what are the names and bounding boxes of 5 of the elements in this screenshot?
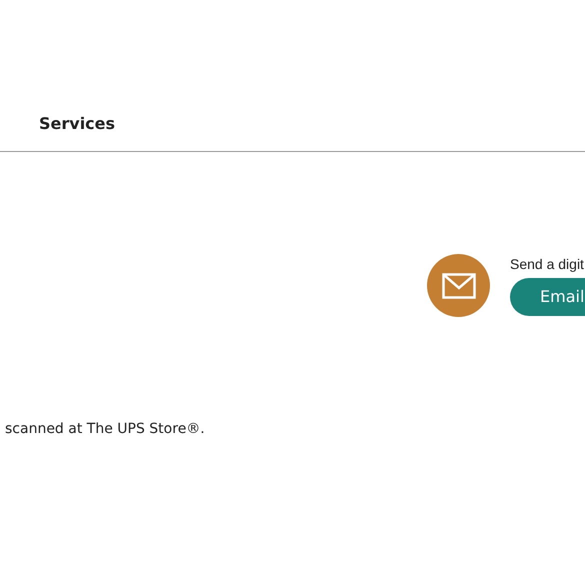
email-description: Send a digit (510, 256, 585, 272)
envelope-icon (442, 272, 476, 298)
email-button[interactable]: Email (510, 278, 585, 316)
section-title: Services (39, 114, 116, 133)
scan-note: scanned at The UPS Store®. (5, 421, 206, 437)
